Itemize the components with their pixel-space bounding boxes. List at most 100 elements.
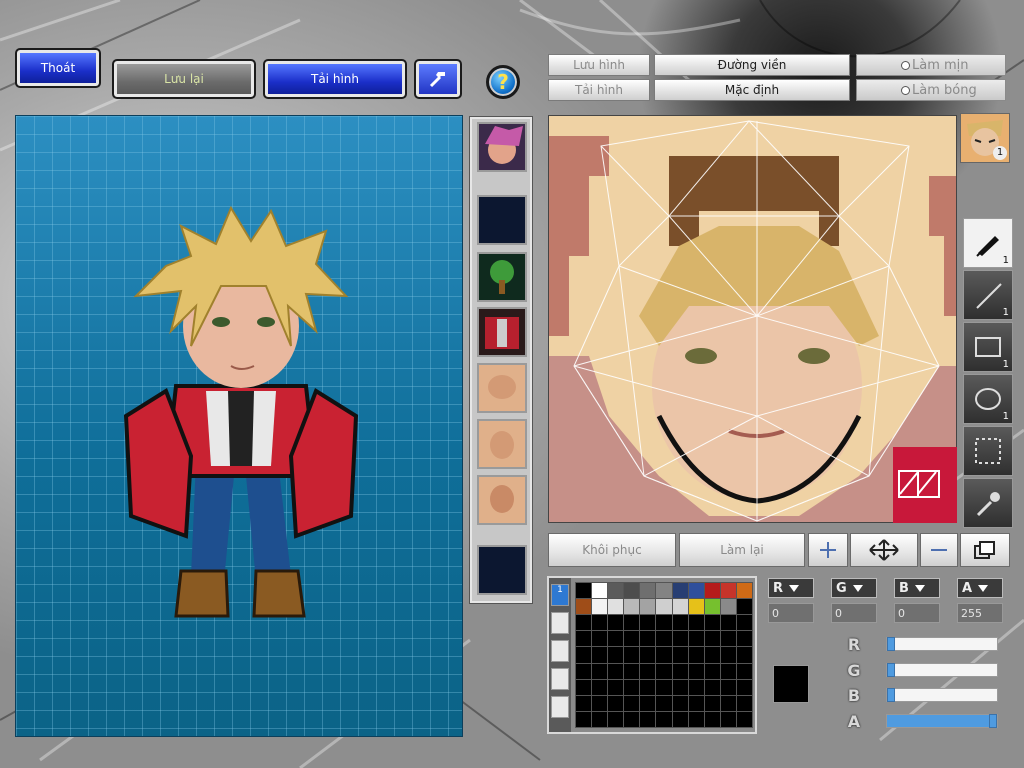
palette-tab[interactable] xyxy=(551,696,569,718)
palette-cell[interactable] xyxy=(655,581,673,600)
palette-cell[interactable] xyxy=(655,662,673,680)
palette-cell[interactable] xyxy=(735,581,753,600)
palette-cell[interactable] xyxy=(623,710,641,728)
palette-cell[interactable] xyxy=(574,694,593,712)
texture-slot-face[interactable] xyxy=(477,475,527,525)
texture-slot-face[interactable] xyxy=(477,363,527,413)
texture-slot-empty[interactable] xyxy=(477,545,527,595)
palette-grid[interactable] xyxy=(574,581,753,728)
palette-cell[interactable] xyxy=(639,630,657,648)
palette-cell[interactable] xyxy=(735,614,753,632)
palette-cell[interactable] xyxy=(735,694,753,712)
palette-cell[interactable] xyxy=(623,646,641,664)
palette-cell[interactable] xyxy=(703,710,721,728)
palette-cell[interactable] xyxy=(639,646,657,664)
pen-tool[interactable]: 1 xyxy=(963,218,1013,268)
palette-cell[interactable] xyxy=(671,598,689,616)
palette-cell[interactable] xyxy=(703,678,721,696)
rect-tool[interactable]: 1 xyxy=(963,322,1013,372)
zoom-in-button[interactable] xyxy=(808,533,848,567)
palette-cell[interactable] xyxy=(687,598,705,616)
palette-cell[interactable] xyxy=(655,710,673,728)
load-image-button-small[interactable]: Tải hình xyxy=(548,79,650,101)
palette-cell[interactable] xyxy=(591,598,609,616)
palette-cell[interactable] xyxy=(591,614,609,632)
palette-cell[interactable] xyxy=(574,662,593,680)
palette-cell[interactable] xyxy=(607,630,625,648)
palette-cell[interactable] xyxy=(671,694,689,712)
palette-cell[interactable] xyxy=(574,630,593,648)
palette-cell[interactable] xyxy=(703,581,721,600)
palette-cell[interactable] xyxy=(591,678,609,696)
face-slot-thumbnail[interactable]: 1 xyxy=(960,113,1010,163)
slider-handle[interactable] xyxy=(887,663,895,677)
character-preview[interactable] xyxy=(15,115,463,737)
palette-cell[interactable] xyxy=(735,646,753,664)
palette-cell[interactable] xyxy=(655,614,673,632)
palette-cell[interactable] xyxy=(719,678,737,696)
smooth-option[interactable]: Làm mịn xyxy=(856,54,1006,76)
palette-cell[interactable] xyxy=(574,614,593,632)
palette-cell[interactable] xyxy=(607,678,625,696)
palette-cell[interactable] xyxy=(671,678,689,696)
palette-cell[interactable] xyxy=(623,630,641,648)
ellipse-tool[interactable]: 1 xyxy=(963,374,1013,424)
palette-cell[interactable] xyxy=(591,630,609,648)
layer-toggle-button[interactable] xyxy=(893,447,957,523)
palette-cell[interactable] xyxy=(671,581,689,600)
texture-slot-empty[interactable] xyxy=(477,195,527,245)
palette-cell[interactable] xyxy=(574,646,593,664)
help-button[interactable]: ? xyxy=(486,65,520,99)
palette-cell[interactable] xyxy=(591,662,609,680)
palette-cell[interactable] xyxy=(735,710,753,728)
palette-cell[interactable] xyxy=(607,694,625,712)
a-value-field[interactable]: 255 xyxy=(957,603,1003,623)
texture-slot-torso[interactable] xyxy=(477,307,527,357)
palette-cell[interactable] xyxy=(671,630,689,648)
palette-cell[interactable] xyxy=(591,694,609,712)
palette-cell[interactable] xyxy=(719,630,737,648)
palette-cell[interactable] xyxy=(607,614,625,632)
palette-cell[interactable] xyxy=(719,614,737,632)
palette-cell[interactable] xyxy=(703,646,721,664)
palette-cell[interactable] xyxy=(623,678,641,696)
texture-slot-tree[interactable] xyxy=(477,252,527,302)
hammer-icon[interactable] xyxy=(414,59,462,99)
palette-cell[interactable] xyxy=(655,678,673,696)
palette-cell[interactable] xyxy=(591,646,609,664)
zoom-out-button[interactable] xyxy=(920,533,958,567)
palette-cell[interactable] xyxy=(719,581,737,600)
texture-slot-portrait[interactable] xyxy=(477,122,527,172)
palette-tab[interactable]: 1 xyxy=(551,584,569,606)
palette-cell[interactable] xyxy=(671,614,689,632)
g-value-field[interactable]: 0 xyxy=(831,603,877,623)
palette-cell[interactable] xyxy=(703,614,721,632)
palette-cell[interactable] xyxy=(687,710,705,728)
palette-cell[interactable] xyxy=(735,630,753,648)
g-channel-dropdown[interactable]: G xyxy=(831,578,877,598)
save-image-button[interactable]: Lưu hình xyxy=(548,54,650,76)
texture-slot-face[interactable] xyxy=(477,419,527,469)
layers-button[interactable] xyxy=(960,533,1010,567)
palette-cell[interactable] xyxy=(607,646,625,664)
palette-cell[interactable] xyxy=(687,581,705,600)
b-channel-dropdown[interactable]: B xyxy=(894,578,940,598)
slider-handle[interactable] xyxy=(989,714,997,728)
r-slider[interactable] xyxy=(886,637,998,651)
slider-handle[interactable] xyxy=(887,637,895,651)
palette-cell[interactable] xyxy=(607,710,625,728)
palette-cell[interactable] xyxy=(687,662,705,680)
a-channel-dropdown[interactable]: A xyxy=(957,578,1003,598)
outline-button[interactable]: Đường viền xyxy=(654,54,850,76)
palette-cell[interactable] xyxy=(623,662,641,680)
palette-cell[interactable] xyxy=(719,710,737,728)
palette-tab[interactable] xyxy=(551,668,569,690)
palette-cell[interactable] xyxy=(655,646,673,664)
palette-cell[interactable] xyxy=(623,614,641,632)
palette-cell[interactable] xyxy=(639,678,657,696)
redo-button[interactable]: Làm lại xyxy=(679,533,805,567)
move-button[interactable] xyxy=(850,533,918,567)
palette-cell[interactable] xyxy=(607,581,625,600)
palette-cell[interactable] xyxy=(703,630,721,648)
a-slider[interactable] xyxy=(886,714,998,728)
